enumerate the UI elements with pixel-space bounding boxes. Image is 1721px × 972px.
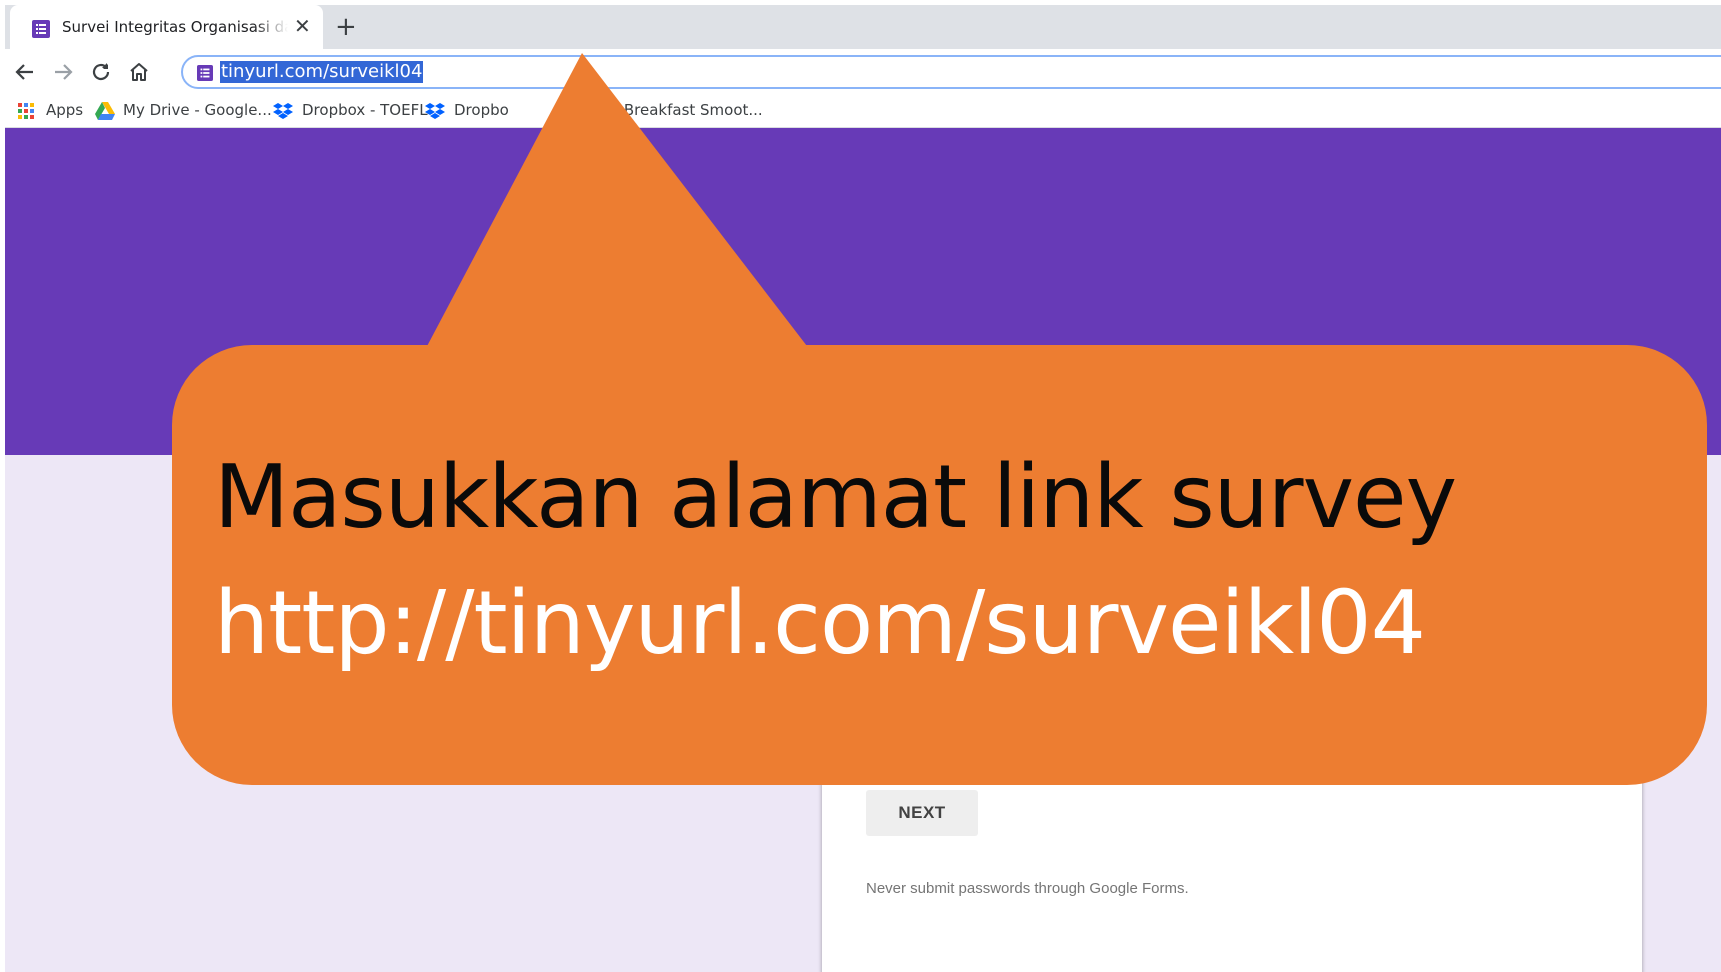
callout-instruction: Masukkan alamat link survey	[214, 446, 1457, 548]
browser-window: Survei Integritas Organisasi dan J ✕ + t…	[5, 5, 1721, 972]
callout-link: http://tinyurl.com/surveikl04	[214, 572, 1426, 674]
callout-box: Masukkan alamat link survey http://tinyu…	[172, 345, 1707, 785]
